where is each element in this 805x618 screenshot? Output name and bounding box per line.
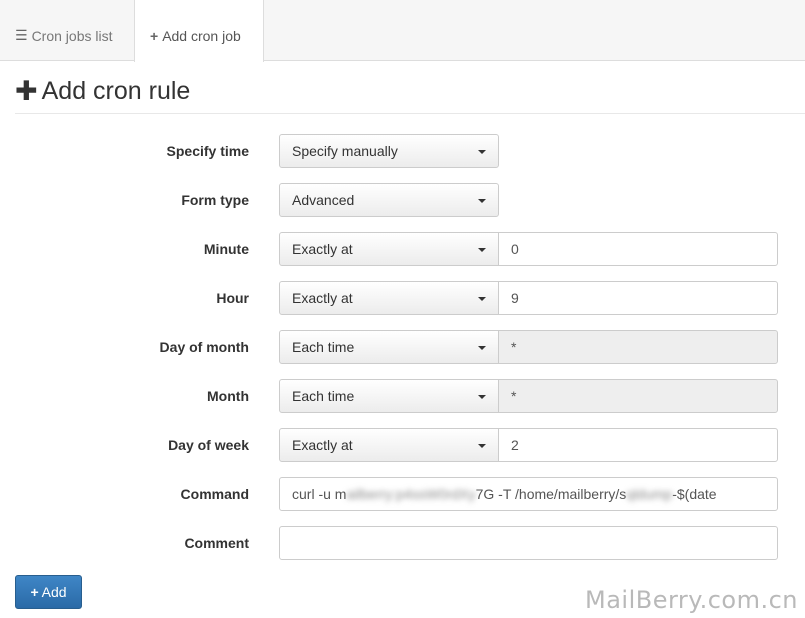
minute-input-value: 0 [511,241,519,257]
command-label: Command [180,486,249,502]
day-of-month-label: Day of month [159,339,249,355]
day-of-week-mode-value: Exactly at [292,437,353,453]
list-icon: ☰ [15,27,28,43]
add-button-label: Add [41,584,67,600]
hour-input[interactable]: 9 [498,281,778,315]
tab-cron-jobs-list-label: Cron jobs list [31,27,113,44]
minute-input[interactable]: 0 [498,232,778,266]
caret-down-icon [478,395,486,399]
day-of-month-row: Day of month Each time * [0,330,805,364]
command-redacted-segment: qldump [626,486,673,502]
comment-row: Comment [0,526,805,560]
hour-row: Hour Exactly at 9 [0,281,805,315]
hour-mode-select[interactable]: Exactly at [279,281,499,315]
day-of-week-input-value: 2 [511,437,519,453]
month-mode-select[interactable]: Each time [279,379,499,413]
month-input: * [498,379,778,413]
title-divider [15,113,805,114]
day-of-week-label: Day of week [168,437,249,453]
day-of-week-input[interactable]: 2 [498,428,778,462]
caret-down-icon [478,248,486,252]
minute-label: Minute [203,241,249,257]
form-type-row: Form type Advanced [0,183,805,217]
day-of-month-mode-value: Each time [292,339,355,355]
month-label: Month [207,388,249,404]
specify-time-value: Specify manually [292,143,398,159]
hour-mode-value: Exactly at [292,290,353,306]
day-of-week-row: Day of week Exactly at 2 [0,428,805,462]
add-button[interactable]: + Add [15,575,82,609]
specify-time-select[interactable]: Specify manually [279,134,499,168]
specify-time-label: Specify time [166,143,249,159]
command-value-mid: 7G -T /home/mailberry/s [475,486,627,502]
caret-down-icon [478,297,486,301]
tab-add-cron-job[interactable]: + Add cron job [134,0,264,62]
caret-down-icon [478,150,486,154]
command-input[interactable]: curl -u m ailberry:p4ssW0rdXy 7G -T /home/… [279,477,778,511]
watermark: MailBerry.com.cn [585,586,798,614]
tab-add-cron-job-label: Add cron job [162,28,241,44]
comment-label: Comment [184,535,249,551]
command-row: Command curl -u m ailberry:p4ssW0rdXy 7G -… [0,477,805,511]
caret-down-icon [478,199,486,203]
form-type-select[interactable]: Advanced [279,183,499,217]
hour-input-value: 9 [511,290,519,306]
day-of-week-mode-select[interactable]: Exactly at [279,428,499,462]
page-title: ✚ Add cron rule [15,76,190,107]
form-type-value: Advanced [292,192,355,208]
page-title-text: Add cron rule [41,77,191,105]
day-of-month-input: * [498,330,778,364]
day-of-month-input-value: * [511,339,517,355]
hour-label: Hour [216,290,249,306]
minute-mode-value: Exactly at [292,241,353,257]
command-value-end: -$(date [672,486,717,502]
tab-bar: ☰ Cron jobs list + Add cron job [0,0,805,62]
plus-icon: + [150,28,159,44]
command-redacted-segment: ailberry:p4ssW0rdXy [346,486,476,502]
month-input-value: * [511,388,517,404]
month-mode-value: Each time [292,388,355,404]
form-type-label: Form type [181,192,249,208]
caret-down-icon [478,444,486,448]
day-of-month-mode-select[interactable]: Each time [279,330,499,364]
minute-mode-select[interactable]: Exactly at [279,232,499,266]
specify-time-row: Specify time Specify manually [0,134,805,168]
plus-icon: + [30,584,39,600]
caret-down-icon [478,346,486,350]
tab-cron-jobs-list[interactable]: ☰ Cron jobs list [15,0,112,61]
minute-row: Minute Exactly at 0 [0,232,805,266]
comment-input[interactable] [279,526,778,560]
plus-icon: ✚ [15,76,38,106]
month-row: Month Each time * [0,379,805,413]
command-value-start: curl -u m [292,486,347,502]
